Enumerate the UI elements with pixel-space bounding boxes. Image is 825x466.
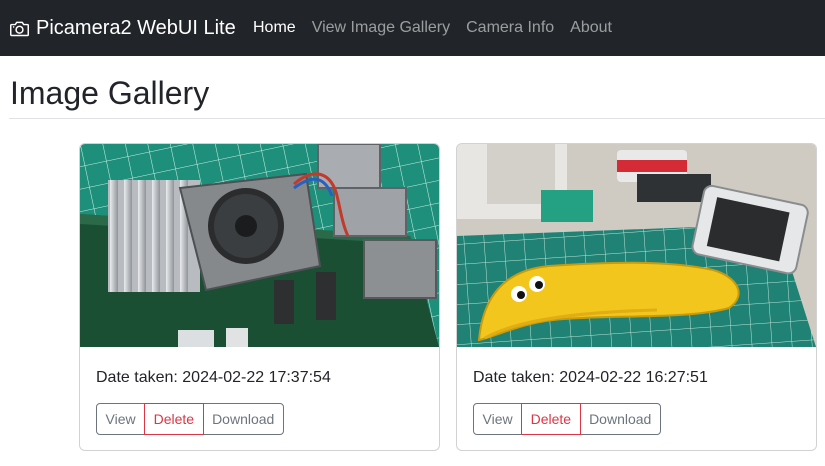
nav-link-view-image-gallery[interactable]: View Image Gallery <box>312 19 450 36</box>
nav-link-about[interactable]: About <box>570 19 612 36</box>
camera-icon <box>10 21 29 36</box>
image-actions: View Delete Download <box>96 403 284 435</box>
navbar: Picamera2 WebUI Lite Home View Image Gal… <box>0 0 825 56</box>
gallery-image-banana[interactable] <box>457 144 816 347</box>
gallery-image-raspberry-pi[interactable] <box>80 144 439 347</box>
navbar-brand[interactable]: Picamera2 WebUI Lite <box>9 0 236 56</box>
download-button[interactable]: Download <box>202 403 284 435</box>
gallery-card: Date taken: 2024-02-22 16:27:51 View Del… <box>456 143 817 451</box>
navbar-brand-label: Picamera2 WebUI Lite <box>36 16 236 39</box>
nav-link-camera-info[interactable]: Camera Info <box>466 19 554 36</box>
title-divider <box>9 118 825 119</box>
view-button[interactable]: View <box>473 403 523 435</box>
nav-link-home[interactable]: Home <box>253 19 296 36</box>
delete-button[interactable]: Delete <box>521 403 581 435</box>
date-taken: Date taken: 2024-02-22 16:27:51 <box>473 369 708 386</box>
view-button[interactable]: View <box>96 403 146 435</box>
delete-button[interactable]: Delete <box>144 403 204 435</box>
navbar-links: Home View Image Gallery Camera Info Abou… <box>253 0 628 56</box>
gallery-card: Date taken: 2024-02-22 17:37:54 View Del… <box>79 143 440 451</box>
date-taken: Date taken: 2024-02-22 17:37:54 <box>96 369 331 386</box>
download-button[interactable]: Download <box>579 403 661 435</box>
image-actions: View Delete Download <box>473 403 661 435</box>
page-title: Image Gallery <box>10 75 210 111</box>
